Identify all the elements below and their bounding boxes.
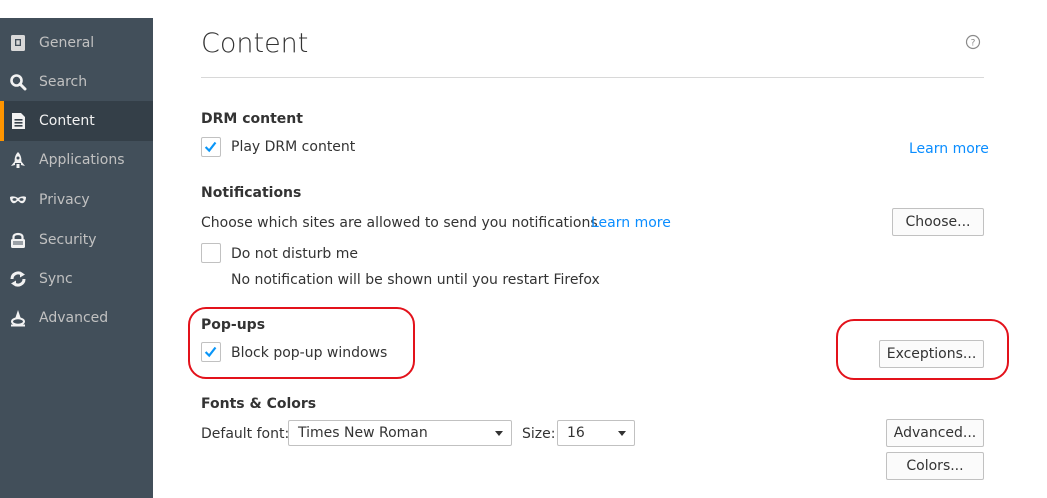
help-icon[interactable]: ? — [965, 34, 981, 50]
checkmark-icon — [204, 141, 217, 153]
sidebar-item-label: Content — [39, 113, 95, 129]
sidebar-item-sync[interactable]: Sync — [0, 259, 153, 299]
page-title: Content — [201, 28, 309, 59]
notifications-learn-more-link[interactable]: Learn more — [591, 214, 671, 232]
checkmark-icon — [204, 346, 217, 358]
sidebar-item-label: Security — [39, 232, 97, 248]
general-icon — [9, 34, 27, 52]
sidebar-item-general[interactable]: General — [0, 23, 153, 63]
drm-learn-more-link[interactable]: Learn more — [909, 140, 989, 158]
sidebar-item-label: Applications — [39, 152, 125, 168]
drm-heading: DRM content — [201, 111, 303, 127]
chevron-down-icon — [618, 431, 626, 436]
notifications-heading: Notifications — [201, 185, 302, 201]
block-popups-checkbox[interactable] — [201, 342, 221, 362]
sidebar-item-label: General — [39, 35, 95, 51]
default-font-select[interactable]: Times New Roman — [288, 420, 512, 446]
do-not-disturb-note: No notification will be shown until you … — [231, 272, 600, 288]
sidebar-item-security[interactable]: Security — [0, 220, 153, 260]
sidebar: General Search Content Applications Priv… — [0, 0, 153, 498]
choose-button[interactable]: Choose... — [892, 208, 984, 236]
search-icon — [9, 73, 27, 91]
sidebar-item-content[interactable]: Content — [0, 101, 153, 141]
font-size-select[interactable]: 16 — [557, 420, 635, 446]
colors-button[interactable]: Colors... — [886, 452, 984, 480]
advanced-fonts-button[interactable]: Advanced... — [886, 419, 984, 447]
content-pane: Content ? DRM content Play DRM content L… — [153, 0, 1047, 498]
default-font-label: Default font: — [201, 426, 290, 442]
sidebar-item-applications[interactable]: Applications — [0, 140, 153, 180]
sidebar-item-label: Search — [39, 74, 88, 90]
fonts-colors-heading: Fonts & Colors — [201, 396, 317, 412]
exceptions-button[interactable]: Exceptions... — [879, 340, 984, 368]
content-icon — [9, 112, 27, 130]
sidebar-item-label: Privacy — [39, 192, 90, 208]
font-size-value: 16 — [567, 425, 585, 441]
notifications-description: Choose which sites are allowed to send y… — [201, 215, 598, 231]
privacy-icon — [9, 191, 27, 209]
default-font-value: Times New Roman — [298, 425, 428, 441]
popups-heading: Pop-ups — [201, 317, 266, 333]
play-drm-label[interactable]: Play DRM content — [231, 138, 355, 156]
header-divider — [201, 77, 984, 78]
advanced-icon — [9, 309, 27, 327]
chevron-down-icon — [495, 431, 503, 436]
size-label: Size: — [522, 426, 556, 442]
sidebar-item-label: Sync — [39, 271, 73, 287]
sidebar-item-label: Advanced — [39, 310, 109, 326]
sidebar-item-privacy[interactable]: Privacy — [0, 180, 153, 220]
sync-icon — [9, 270, 27, 288]
sidebar-item-advanced[interactable]: Advanced — [0, 298, 153, 338]
security-icon — [9, 231, 27, 249]
play-drm-checkbox[interactable] — [201, 137, 221, 157]
do-not-disturb-checkbox[interactable] — [201, 243, 221, 263]
do-not-disturb-label[interactable]: Do not disturb me — [231, 245, 358, 263]
block-popups-label[interactable]: Block pop-up windows — [231, 344, 387, 362]
applications-icon — [9, 151, 27, 169]
sidebar-item-search[interactable]: Search — [0, 62, 153, 102]
sidebar-top-gap — [0, 0, 153, 18]
svg-text:?: ? — [971, 39, 976, 49]
